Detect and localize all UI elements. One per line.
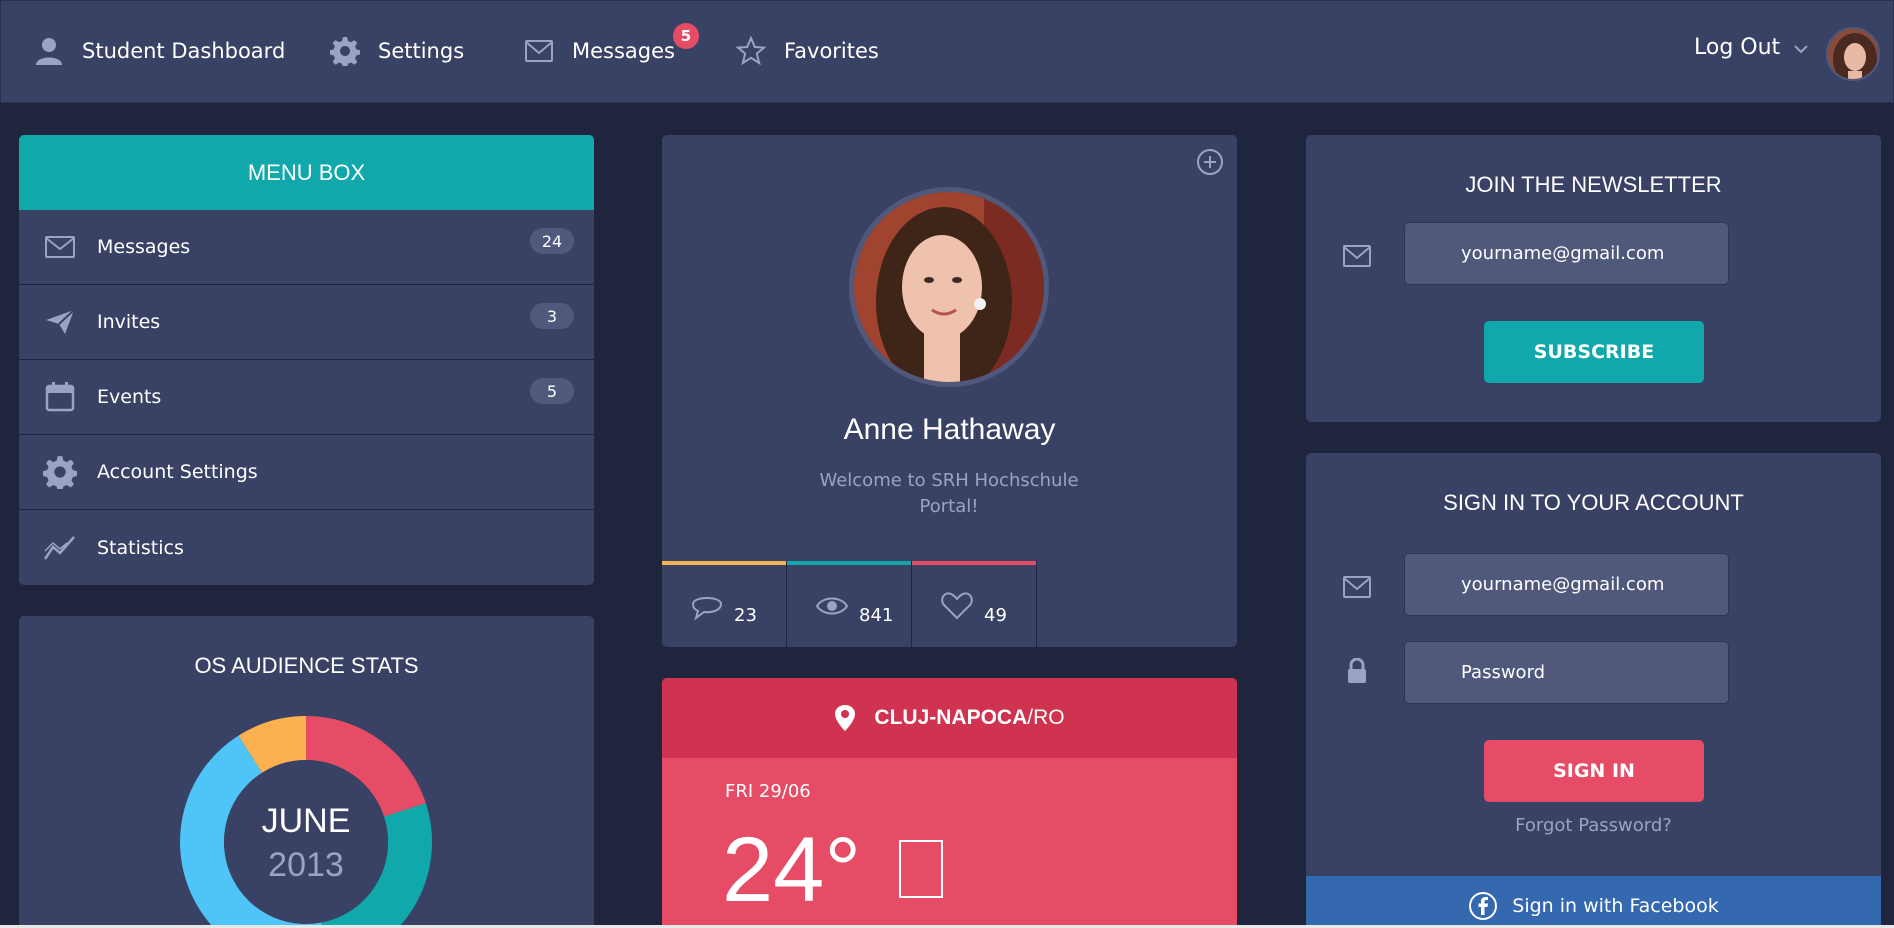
nav-label: Favorites bbox=[784, 39, 879, 63]
top-navigation-bar: Student Dashboard Settings Messages 5 Fa… bbox=[0, 0, 1894, 103]
count-badge: 3 bbox=[530, 303, 574, 329]
menu-item-label: Messages bbox=[97, 236, 191, 258]
user-avatar[interactable] bbox=[1826, 27, 1880, 81]
lock-icon bbox=[1348, 658, 1366, 683]
profile-photo bbox=[849, 187, 1049, 387]
nav-favorites[interactable]: Favorites bbox=[736, 31, 879, 71]
profile-stats-row: 23 841 49 bbox=[662, 561, 1037, 647]
menu-box-panel: MENU BOX Messages 24 Invites 3 Events 5 … bbox=[19, 135, 594, 585]
weather-temperature: 24° bbox=[722, 819, 862, 921]
nav-messages[interactable]: Messages bbox=[524, 31, 675, 71]
nav-label: Messages bbox=[572, 39, 675, 63]
add-circle-icon[interactable] bbox=[1195, 147, 1225, 177]
stat-color-bar bbox=[787, 561, 911, 565]
newsletter-panel: JOIN THE NEWSLETTER yourname@gmail.com S… bbox=[1306, 135, 1881, 422]
menu-box-title: MENU BOX bbox=[19, 135, 594, 210]
os-audience-stats-panel: OS AUDIENCE STATS JUNE 2013 bbox=[19, 616, 594, 928]
facebook-signin-button[interactable]: Sign in with Facebook bbox=[1306, 876, 1881, 928]
messages-notification-badge: 5 bbox=[673, 23, 699, 49]
nav-label: Student Dashboard bbox=[82, 39, 286, 63]
menu-item-invites[interactable]: Invites 3 bbox=[19, 285, 594, 360]
user-icon bbox=[36, 38, 62, 65]
menu-item-statistics[interactable]: Statistics bbox=[19, 510, 594, 585]
nav-student-dashboard[interactable]: Student Dashboard bbox=[34, 31, 285, 71]
stat-likes[interactable]: 49 bbox=[912, 561, 1037, 647]
signin-title: SIGN IN TO YOUR ACCOUNT bbox=[1443, 490, 1744, 515]
envelope-icon bbox=[45, 236, 75, 258]
facebook-icon bbox=[1469, 892, 1498, 920]
signin-password-input[interactable]: Password bbox=[1404, 641, 1729, 704]
nav-settings[interactable]: Settings bbox=[330, 31, 464, 71]
weather-card: CLUJ-NAPOCA /RO FRI 29/06 24° bbox=[662, 678, 1237, 928]
newsletter-email-input[interactable]: yourname@gmail.com bbox=[1404, 222, 1729, 285]
stat-comments[interactable]: 23 bbox=[662, 561, 787, 647]
menu-item-label: Statistics bbox=[97, 536, 184, 559]
stat-color-bar bbox=[662, 561, 786, 565]
signin-email-input[interactable]: yourname@gmail.com bbox=[1404, 553, 1729, 616]
menu-item-label: Account Settings bbox=[97, 461, 258, 483]
donut-month-label: JUNE bbox=[262, 802, 351, 840]
eye-icon bbox=[815, 597, 849, 615]
envelope-icon bbox=[1343, 576, 1371, 598]
envelope-icon bbox=[525, 40, 553, 62]
weather-condition-icon bbox=[899, 840, 943, 898]
menu-item-account-settings[interactable]: Account Settings bbox=[19, 435, 594, 510]
os-stats-title: OS AUDIENCE STATS bbox=[194, 653, 419, 678]
menu-item-label: Invites bbox=[97, 311, 161, 333]
forgot-password-link[interactable]: Forgot Password? bbox=[1306, 815, 1881, 836]
nav-label: Settings bbox=[378, 39, 465, 63]
donut-year-label: 2013 bbox=[268, 846, 344, 884]
profile-welcome-text: Welcome to SRH Hochschule Portal! bbox=[819, 470, 1079, 517]
stat-color-bar bbox=[912, 561, 1036, 565]
donut-hole bbox=[224, 760, 388, 924]
gear-icon bbox=[43, 456, 77, 489]
chevron-down-icon[interactable] bbox=[1791, 39, 1811, 59]
stat-value: 23 bbox=[734, 605, 757, 626]
stat-value: 49 bbox=[984, 605, 1007, 626]
calendar-icon bbox=[45, 382, 75, 412]
weather-country: /RO bbox=[1027, 706, 1065, 729]
menu-item-events[interactable]: Events 5 bbox=[19, 360, 594, 435]
facebook-signin-label: Sign in with Facebook bbox=[1512, 895, 1719, 917]
signin-button[interactable]: SIGN IN bbox=[1484, 740, 1704, 802]
weather-location-header: CLUJ-NAPOCA /RO bbox=[662, 678, 1237, 758]
heart-icon bbox=[941, 592, 973, 620]
profile-card: Anne Hathaway Welcome to SRH Hochschule … bbox=[662, 135, 1237, 647]
signin-panel: SIGN IN TO YOUR ACCOUNT yourname@gmail.c… bbox=[1306, 453, 1881, 928]
gear-icon bbox=[330, 37, 360, 66]
os-donut-chart: JUNE 2013 bbox=[180, 716, 432, 928]
menu-item-label: Events bbox=[97, 386, 162, 408]
menu-item-messages[interactable]: Messages 24 bbox=[19, 210, 594, 285]
stat-value: 841 bbox=[859, 605, 894, 626]
logout-link[interactable]: Log Out bbox=[1694, 35, 1780, 60]
subscribe-button[interactable]: SUBSCRIBE bbox=[1484, 321, 1704, 383]
stat-views[interactable]: 841 bbox=[787, 561, 912, 647]
chart-line-icon bbox=[43, 535, 75, 560]
paper-plane-icon bbox=[46, 309, 75, 334]
weather-date: FRI 29/06 bbox=[725, 781, 811, 802]
newsletter-title: JOIN THE NEWSLETTER bbox=[1465, 172, 1722, 197]
profile-name: Anne Hathaway bbox=[843, 413, 1056, 446]
count-badge: 5 bbox=[530, 378, 574, 404]
map-pin-icon bbox=[835, 705, 856, 731]
star-icon bbox=[736, 36, 766, 66]
count-badge: 24 bbox=[530, 228, 574, 254]
envelope-icon bbox=[1343, 245, 1371, 267]
comment-icon bbox=[691, 597, 723, 621]
weather-city: CLUJ-NAPOCA bbox=[874, 706, 1028, 729]
